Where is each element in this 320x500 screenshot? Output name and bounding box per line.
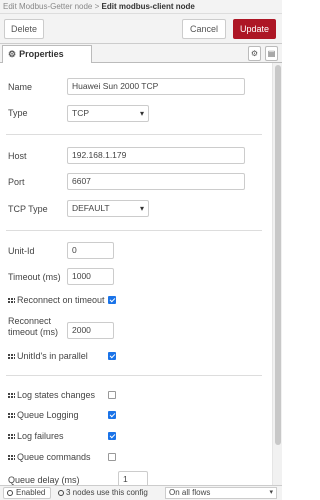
host-label: Host: [8, 151, 27, 161]
reconnect-on-timeout-text: Reconnect on timeout: [17, 295, 105, 305]
divider: [6, 230, 262, 231]
name-label: Name: [8, 82, 33, 92]
type-label: Type: [8, 108, 28, 118]
gear-icon: ⚙: [8, 49, 17, 59]
breadcrumb-separator: >: [92, 2, 102, 11]
port-label: Port: [8, 177, 25, 187]
list-icon: [8, 297, 15, 304]
unit-id-input[interactable]: 0: [67, 242, 114, 259]
queue-logging-text: Queue Logging: [17, 410, 79, 420]
footer: Enabled 3 nodes use this config On all f…: [0, 485, 282, 500]
name-input[interactable]: Huawei Sun 2000 TCP: [67, 78, 245, 95]
tab-bar: ⚙ Properties ⚙ ▤: [0, 44, 282, 63]
queue-logging-label: Queue Logging: [8, 410, 79, 420]
divider: [6, 375, 262, 376]
update-button[interactable]: Update: [233, 19, 276, 39]
unitids-parallel-checkbox[interactable]: [108, 352, 116, 360]
queue-delay-input[interactable]: 1: [118, 471, 148, 485]
flows-scope-value: On all flows: [169, 488, 211, 497]
list-icon: [8, 392, 15, 399]
properties-form: Name Huawei Sun 2000 TCP Type TCP ▾ Host …: [0, 63, 272, 485]
flows-scope-select[interactable]: On all flows ▾: [165, 487, 277, 499]
tab-properties-label: Properties: [19, 49, 64, 59]
enabled-toggle[interactable]: Enabled: [3, 487, 51, 499]
timeout-input[interactable]: 1000: [67, 268, 114, 285]
config-users: 3 nodes use this config: [58, 486, 148, 499]
config-users-text: 3 nodes use this config: [66, 488, 148, 497]
description-tab-icon[interactable]: ▤: [265, 46, 278, 61]
host-input[interactable]: 192.168.1.179: [67, 147, 245, 164]
tcp-type-select-value: DEFAULT: [72, 203, 110, 213]
scrollbar-thumb[interactable]: [275, 65, 281, 445]
unitids-parallel-text: UnitId's in parallel: [17, 351, 88, 361]
list-icon: [8, 433, 15, 440]
port-input[interactable]: 6607: [67, 173, 245, 190]
list-icon: [8, 412, 15, 419]
delete-button[interactable]: Delete: [4, 19, 44, 39]
log-failures-checkbox[interactable]: [108, 432, 116, 440]
queue-commands-checkbox[interactable]: [108, 453, 116, 461]
queue-delay-label: Queue delay (ms): [8, 475, 80, 485]
log-state-changes-text: Log states changes: [17, 390, 96, 400]
scrollbar[interactable]: [272, 63, 282, 485]
list-icon: [8, 454, 15, 461]
settings-tab-icon[interactable]: ⚙: [248, 46, 261, 61]
timeout-label: Timeout (ms): [8, 272, 61, 282]
queue-logging-checkbox[interactable]: [108, 411, 116, 419]
queue-commands-label: Queue commands: [8, 452, 91, 462]
unit-id-label: Unit-Id: [8, 246, 35, 256]
info-icon: [58, 489, 64, 496]
reconnect-timeout-input[interactable]: 2000: [67, 322, 114, 339]
breadcrumb-previous[interactable]: Edit Modbus-Getter node: [3, 2, 92, 11]
unitids-parallel-label: UnitId's in parallel: [8, 351, 88, 361]
tcp-type-label: TCP Type: [8, 204, 48, 214]
log-state-changes-checkbox[interactable]: [108, 391, 116, 399]
log-failures-text: Log failures: [17, 431, 64, 441]
tray-toolbar: Delete Cancel Update: [0, 14, 282, 44]
chevron-down-icon: ▾: [269, 489, 273, 496]
reconnect-on-timeout-checkbox[interactable]: [108, 296, 116, 304]
tab-properties[interactable]: ⚙ Properties: [2, 45, 92, 63]
breadcrumb: Edit Modbus-Getter node > Edit modbus-cl…: [0, 0, 282, 14]
log-failures-label: Log failures: [8, 431, 64, 441]
type-select-value: TCP: [72, 108, 89, 118]
divider: [6, 134, 262, 135]
reconnect-on-timeout-label: Reconnect on timeout: [8, 295, 105, 305]
chevron-down-icon: ▾: [139, 204, 144, 213]
reconnect-timeout-label-line1: Reconnect: [8, 316, 52, 326]
queue-commands-text: Queue commands: [17, 452, 91, 462]
enabled-label: Enabled: [16, 488, 46, 497]
cancel-button[interactable]: Cancel: [182, 19, 226, 39]
circle-icon: [7, 489, 13, 496]
breadcrumb-current: Edit modbus-client node: [101, 2, 195, 11]
type-select[interactable]: TCP ▾: [67, 105, 149, 122]
list-icon: [8, 353, 15, 360]
log-state-changes-label: Log states changes: [8, 390, 95, 400]
tcp-type-select[interactable]: DEFAULT ▾: [67, 200, 149, 217]
chevron-down-icon: ▾: [139, 109, 144, 118]
reconnect-timeout-label-line2: timeout (ms): [8, 327, 59, 337]
